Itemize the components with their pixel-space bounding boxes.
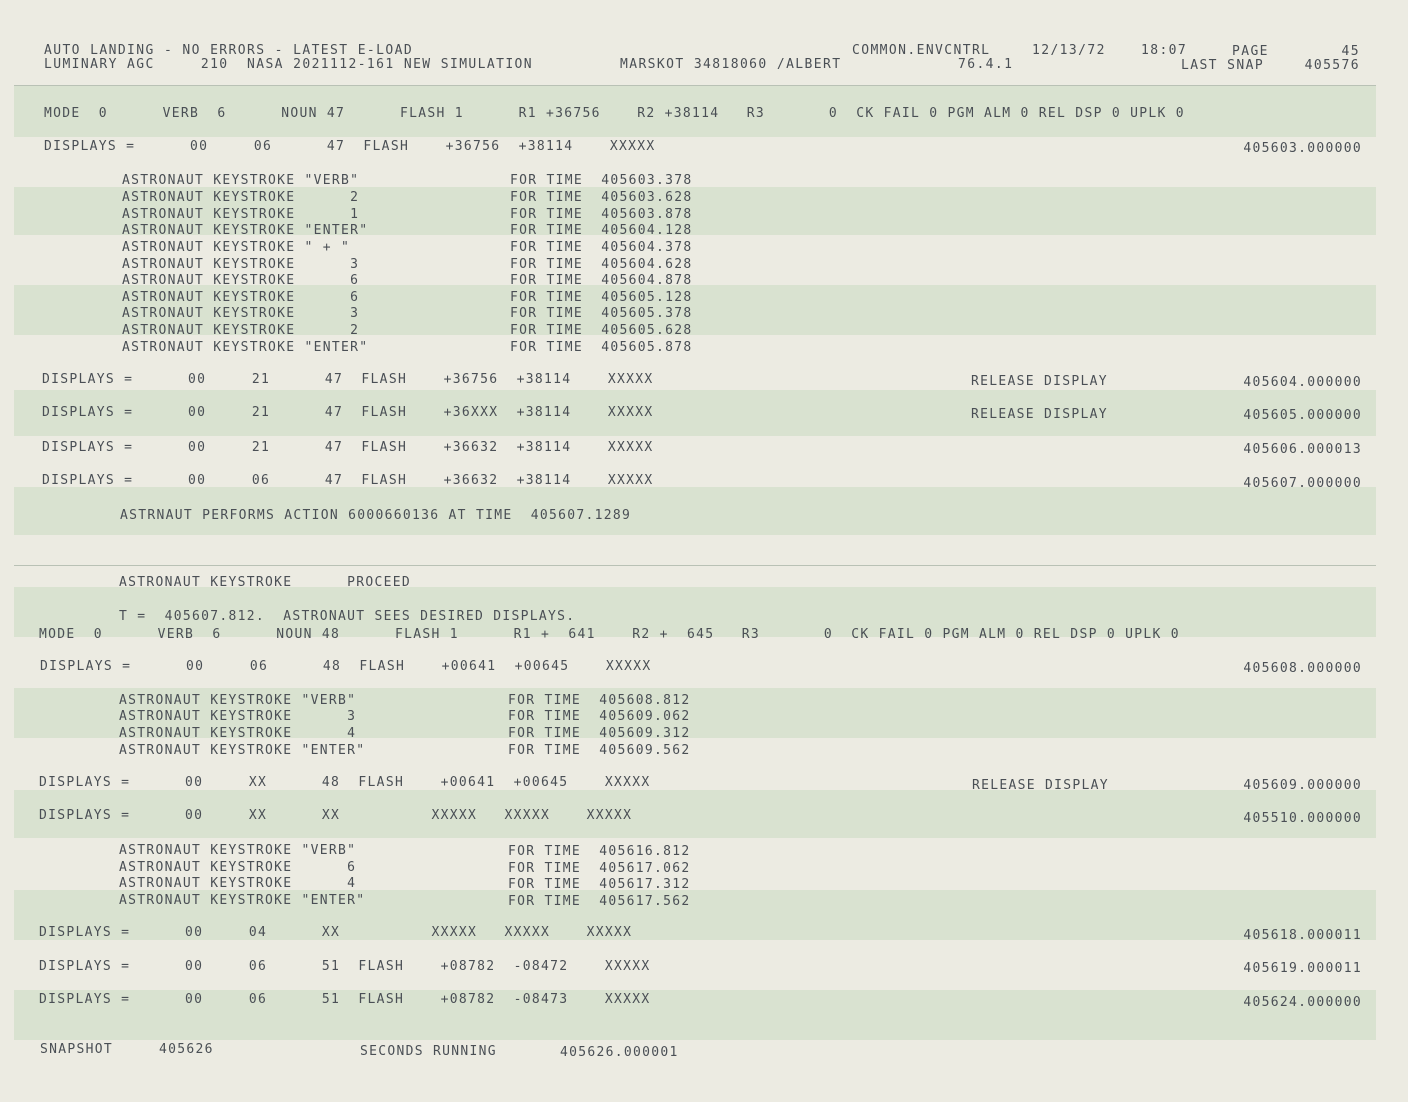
keystroke-time: FOR TIME 405603.628 <box>510 190 693 205</box>
keystroke-action: ASTRONAUT KEYSTROKE " + " <box>122 240 351 255</box>
header-subtitle: LUMINARY AGC 210 NASA 2021112-161 NEW SI… <box>44 57 534 72</box>
display-time: 405604.000000 <box>1243 375 1362 390</box>
header-snap-label: LAST SNAP <box>1181 58 1265 73</box>
status-line: MODE 0 VERB 6 NOUN 48 FLASH 1 R1 + 641 R… <box>39 627 1180 642</box>
action-line: ASTRNAUT PERFORMS ACTION 6000660136 AT T… <box>120 508 632 523</box>
keystroke-time: FOR TIME 405605.378 <box>510 306 693 321</box>
keystroke-action: ASTRONAUT KEYSTROKE "ENTER" <box>119 743 366 758</box>
display-time: 405619.000011 <box>1243 961 1362 976</box>
keystroke-time: FOR TIME 405603.378 <box>510 173 693 188</box>
sees-line: T = 405607.812. ASTRONAUT SEES DESIRED D… <box>119 609 576 624</box>
rule <box>14 85 1376 86</box>
keystroke-action: ASTRONAUT KEYSTROKE 2 <box>122 190 360 205</box>
display-line: DISPLAYS = 00 06 47 FLASH +36632 +38114 … <box>42 473 654 488</box>
keystroke-time: FOR TIME 405604.378 <box>510 240 693 255</box>
keystroke-time: FOR TIME 405605.628 <box>510 323 693 338</box>
keystroke-time: FOR TIME 405603.878 <box>510 207 693 222</box>
keystroke-action: ASTRONAUT KEYSTROKE "VERB" <box>119 693 357 708</box>
display-line: DISPLAYS = 00 06 48 FLASH +00641 +00645 … <box>40 659 652 674</box>
display-time: 405606.000013 <box>1243 442 1362 457</box>
keystroke-action: ASTRONAUT KEYSTROKE 3 <box>119 709 357 724</box>
keystroke-action: ASTRONAUT KEYSTROKE 4 <box>119 726 357 741</box>
keystroke-action: ASTRONAUT KEYSTROKE 1 <box>122 207 360 222</box>
keystroke-time: FOR TIME 405616.812 <box>508 844 691 859</box>
keystroke-action: ASTRONAUT KEYSTROKE "ENTER" <box>119 893 366 908</box>
keystroke-action: ASTRONAUT KEYSTROKE 3 <box>122 257 360 272</box>
keystroke-action: ASTRONAUT KEYSTROKE 6 <box>119 860 357 875</box>
display-time: 405510.000000 <box>1243 811 1362 826</box>
keystroke-time: FOR TIME 405605.878 <box>510 340 693 355</box>
display-line: DISPLAYS = 00 06 47 FLASH +36756 +38114 … <box>44 139 656 154</box>
keystroke-time: FOR TIME 405609.062 <box>508 709 691 724</box>
display-line: DISPLAYS = 00 XX XX XXXXX XXXXX XXXXX <box>39 808 633 823</box>
display-time: 405609.000000 <box>1243 778 1362 793</box>
header-page-number: 45 <box>1341 44 1360 59</box>
header-version: 76.4.1 <box>958 57 1014 72</box>
keystroke-time: FOR TIME 405609.312 <box>508 726 691 741</box>
header-date: 12/13/72 <box>1032 43 1106 58</box>
display-line: DISPLAYS = 00 21 47 FLASH +36632 +38114 … <box>42 440 654 455</box>
keystroke-action: ASTRONAUT KEYSTROKE 2 <box>122 323 360 338</box>
keystroke-time: FOR TIME 405617.062 <box>508 861 691 876</box>
display-note: RELEASE DISPLAY <box>971 407 1108 422</box>
seconds-running-value: 405626.000001 <box>560 1045 679 1060</box>
keystroke-action: ASTRONAUT KEYSTROKE "ENTER" <box>122 340 369 355</box>
display-line: DISPLAYS = 00 21 47 FLASH +36XXX +38114 … <box>42 405 654 420</box>
header-title: AUTO LANDING - NO ERRORS - LATEST E-LOAD <box>44 43 414 58</box>
header-time: 18:07 <box>1141 43 1188 58</box>
keystroke-time: FOR TIME 405608.812 <box>508 693 691 708</box>
display-time: 405607.000000 <box>1243 476 1362 491</box>
header-module: COMMON.ENVCNTRL <box>852 43 991 58</box>
display-line: DISPLAYS = 00 06 51 FLASH +08782 -08472 … <box>39 959 651 974</box>
header-page-label: PAGE <box>1232 44 1269 59</box>
seconds-running-label: SECONDS RUNNING <box>360 1044 497 1059</box>
display-time: 405618.000011 <box>1243 928 1362 943</box>
keystroke-action: ASTRONAUT KEYSTROKE 3 <box>122 306 360 321</box>
keystroke-action: ASTRONAUT KEYSTROKE "VERB" <box>122 173 360 188</box>
keystroke-action: ASTRONAUT KEYSTROKE "VERB" <box>119 843 357 858</box>
keystroke-action: ASTRONAUT KEYSTROKE 6 <box>122 290 360 305</box>
keystroke-time: FOR TIME 405617.312 <box>508 877 691 892</box>
snapshot-label: SNAPSHOT <box>40 1042 114 1057</box>
status-line: MODE 0 VERB 6 NOUN 47 FLASH 1 R1 +36756 … <box>44 106 1185 121</box>
snapshot-value: 405626 <box>159 1042 214 1057</box>
display-note: RELEASE DISPLAY <box>972 778 1109 793</box>
keystroke-time: FOR TIME 405604.128 <box>510 223 693 238</box>
proceed-line: ASTRONAUT KEYSTROKE PROCEED <box>119 575 412 590</box>
keystroke-action: ASTRONAUT KEYSTROKE 6 <box>122 273 360 288</box>
header-snap-value: 405576 <box>1304 58 1360 73</box>
display-line: DISPLAYS = 00 XX 48 FLASH +00641 +00645 … <box>39 775 651 790</box>
keystroke-time: FOR TIME 405604.628 <box>510 257 693 272</box>
display-line: DISPLAYS = 00 04 XX XXXXX XXXXX XXXXX <box>39 925 633 940</box>
printout-sheet: AUTO LANDING - NO ERRORS - LATEST E-LOAD… <box>0 0 1408 1102</box>
display-time: 405624.000000 <box>1243 995 1362 1010</box>
keystroke-time: FOR TIME 405609.562 <box>508 743 691 758</box>
keystroke-time: FOR TIME 405617.562 <box>508 894 691 909</box>
display-line: DISPLAYS = 00 21 47 FLASH +36756 +38114 … <box>42 372 654 387</box>
keystroke-time: FOR TIME 405605.128 <box>510 290 693 305</box>
display-note: RELEASE DISPLAY <box>971 374 1108 389</box>
keystroke-action: ASTRONAUT KEYSTROKE "ENTER" <box>122 223 369 238</box>
display-time: 405603.000000 <box>1243 141 1362 156</box>
keystroke-action: ASTRONAUT KEYSTROKE 4 <box>119 876 357 891</box>
display-time: 405608.000000 <box>1243 661 1362 676</box>
header-run-id: MARSKOT 34818060 /ALBERT <box>620 57 842 72</box>
rule <box>14 565 1376 566</box>
keystroke-time: FOR TIME 405604.878 <box>510 273 693 288</box>
display-line: DISPLAYS = 00 06 51 FLASH +08782 -08473 … <box>39 992 651 1007</box>
display-time: 405605.000000 <box>1243 408 1362 423</box>
